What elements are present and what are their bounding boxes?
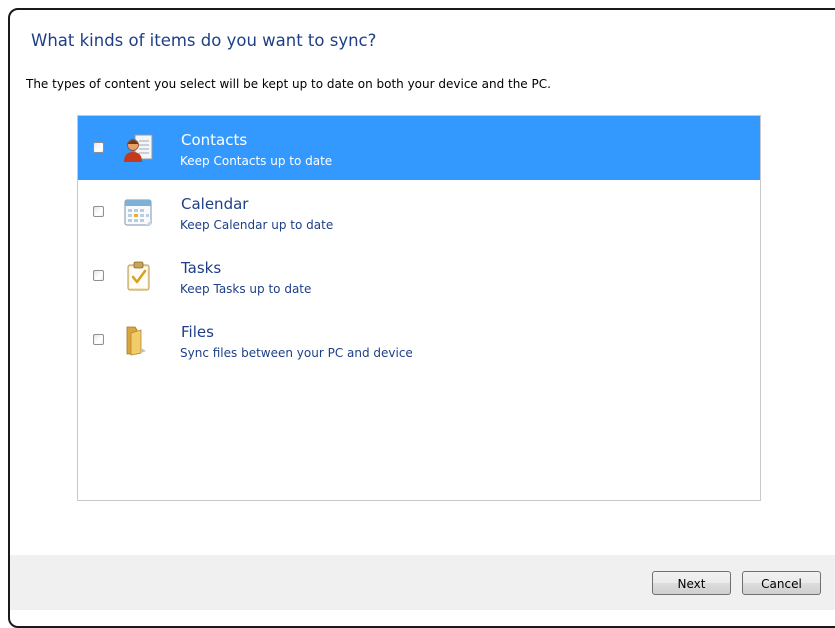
calendar-label: Calendar [181,195,249,213]
files-checkbox[interactable] [93,334,104,345]
contacts-checkbox[interactable] [93,142,104,153]
tasks-label: Tasks [181,259,222,277]
list-item-tasks[interactable]: Tasks Keep Tasks up to date [78,244,760,308]
cancel-button[interactable]: Cancel [742,571,821,595]
contacts-icon [124,134,153,162]
calendar-description: Keep Calendar up to date [180,218,334,232]
sync-items-list: Contacts Keep Contacts up to date Calend… [77,115,761,501]
list-item-files[interactable]: Files Sync files between your PC and dev… [78,308,760,372]
next-button[interactable]: Next [652,571,731,595]
calendar-icon [124,199,152,226]
folder-icon [126,326,146,356]
contacts-label: Contacts [181,131,248,149]
tasks-icon [127,261,150,291]
page-title: What kinds of items do you want to sync? [31,31,377,50]
page-subtitle: The types of content you select will be … [26,77,551,91]
list-item-contacts[interactable]: Contacts Keep Contacts up to date [78,116,760,180]
tasks-description: Keep Tasks up to date [180,282,312,296]
files-description: Sync files between your PC and device [180,346,413,360]
calendar-checkbox[interactable] [93,206,104,217]
contacts-description: Keep Contacts up to date [180,154,333,168]
tasks-checkbox[interactable] [93,270,104,281]
files-label: Files [181,323,214,341]
list-item-calendar[interactable]: Calendar Keep Calendar up to date [78,180,760,244]
